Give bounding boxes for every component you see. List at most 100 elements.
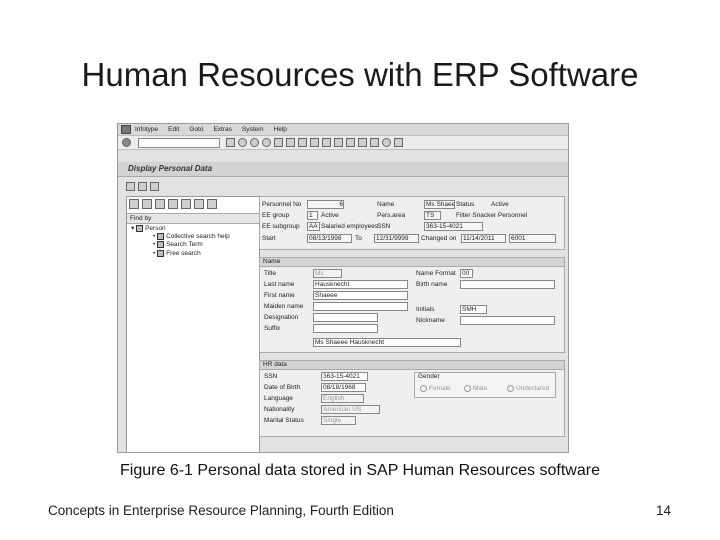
filter-icon[interactable]: [194, 199, 204, 209]
radio-icon: [420, 385, 427, 392]
language-dropdown[interactable]: English: [321, 394, 364, 403]
pers-area-code-field: TS: [424, 211, 441, 220]
last-name-field[interactable]: Hausknecht: [313, 280, 408, 289]
gender-undeclared-radio[interactable]: Undeclared: [507, 385, 549, 392]
maiden-name-field[interactable]: [313, 302, 408, 311]
arrow-left-icon[interactable]: [129, 199, 139, 209]
first-name-field[interactable]: Shaeee: [313, 291, 408, 300]
save-icon[interactable]: [226, 138, 235, 147]
layout-icon[interactable]: [394, 138, 403, 147]
ee-group-text: Active: [321, 212, 339, 219]
hr-data-section-title: HR data: [263, 361, 287, 368]
find-next-icon[interactable]: [298, 138, 307, 147]
birth-name-field[interactable]: [460, 280, 555, 289]
object-manager-pane: Find by ▾ Person • Collective search hel…: [126, 196, 260, 452]
header-ssn-field: 363-15-4021: [424, 222, 483, 231]
menu-infotype[interactable]: Infotype: [135, 126, 158, 133]
settings-icon[interactable]: [207, 199, 217, 209]
radio-label: Female: [429, 385, 451, 393]
search-help-icon: [157, 249, 165, 257]
title-dropdown[interactable]: Ms: [313, 269, 342, 278]
cancel-icon[interactable]: [262, 138, 271, 147]
new-session-icon[interactable]: [358, 138, 367, 147]
designation-dropdown[interactable]: [313, 313, 378, 322]
tree-node-search-term[interactable]: • Search Term: [131, 241, 230, 249]
menu-system[interactable]: System: [242, 126, 264, 133]
command-field[interactable]: [138, 137, 220, 148]
ssn-field[interactable]: 363-15-4021: [321, 372, 368, 381]
maiden-name-label: Maiden name: [264, 303, 304, 310]
find-icon[interactable]: [286, 138, 295, 147]
menu-edit[interactable]: Edit: [168, 126, 179, 133]
menu-help[interactable]: Help: [274, 126, 287, 133]
search-tree: ▾ Person • Collective search help • Sear…: [131, 225, 230, 258]
search-help-icon: [157, 241, 165, 249]
full-name-field: Ms Shaeee Hausknecht: [313, 338, 461, 347]
language-label: Language: [264, 395, 293, 402]
nationality-dropdown[interactable]: American US: [321, 405, 380, 414]
save-record-icon[interactable]: [138, 182, 147, 191]
menu-extras[interactable]: Extras: [213, 126, 231, 133]
first-page-icon[interactable]: [310, 138, 319, 147]
status-value: Active: [491, 201, 509, 208]
shortcut-icon[interactable]: [370, 138, 379, 147]
next-page-icon[interactable]: [334, 138, 343, 147]
enter-icon[interactable]: [122, 138, 131, 147]
menu-goto[interactable]: Goto: [189, 126, 203, 133]
tree-node-label: Search Term: [166, 241, 203, 249]
gender-male-radio[interactable]: Male: [464, 385, 487, 392]
marital-status-label: Marital Status: [264, 417, 304, 424]
help-icon[interactable]: [382, 138, 391, 147]
tree-node-collective-search[interactable]: • Collective search help: [131, 233, 230, 241]
nav-toolbar: [129, 199, 220, 209]
radio-label: Undeclared: [516, 385, 550, 393]
changed-on-field: 11/14/2011: [461, 234, 506, 243]
sap-standard-toolbar: [118, 136, 568, 150]
name-format-field[interactable]: 00: [460, 269, 473, 278]
print-icon[interactable]: [274, 138, 283, 147]
overview-icon[interactable]: [150, 182, 159, 191]
tree-collapse-icon[interactable]: [155, 199, 165, 209]
last-page-icon[interactable]: [346, 138, 355, 147]
display-icon[interactable]: [126, 182, 135, 191]
gender-female-radio[interactable]: Female: [420, 385, 451, 392]
tree-node-label: Collective search help: [166, 233, 230, 241]
last-name-label: Last name: [264, 281, 295, 288]
previous-page-icon[interactable]: [322, 138, 331, 147]
exit-icon[interactable]: [250, 138, 259, 147]
back-icon[interactable]: [238, 138, 247, 147]
application-toolbar: [126, 182, 162, 191]
initials-label: Initials: [416, 306, 435, 313]
dob-field[interactable]: 08/18/1968: [321, 383, 366, 392]
screen-title: Display Personal Data: [128, 164, 213, 173]
system-menu-icon[interactable]: [121, 125, 131, 134]
arrow-right-icon[interactable]: [142, 199, 152, 209]
dob-label: Date of Birth: [264, 384, 301, 391]
radio-label: Male: [473, 385, 488, 393]
header-ssn-label: SSN: [377, 223, 391, 230]
title-label: Title: [264, 270, 277, 277]
designation-label: Designation: [264, 314, 299, 321]
radio-icon: [464, 385, 471, 392]
nationality-label: Nationality: [264, 406, 295, 413]
pers-area-text: Filter Snacker Personnel: [456, 212, 528, 219]
initials-field[interactable]: SMH: [460, 305, 487, 314]
tree-node-free-search[interactable]: • Free search: [131, 249, 230, 258]
tree-node-person[interactable]: ▾ Person: [131, 225, 230, 233]
suffix-dropdown[interactable]: [313, 324, 378, 333]
tree-expand-icon[interactable]: [168, 199, 178, 209]
first-name-label: First name: [264, 292, 295, 299]
ee-subgroup-label: EE subgroup: [262, 223, 300, 230]
name-field: Ms Shaee: [424, 200, 455, 209]
ssn-label: SSN: [264, 373, 278, 380]
marital-status-dropdown[interactable]: Single: [321, 416, 356, 425]
ee-subgroup-code-field: AA: [307, 222, 320, 231]
status-label: Status: [456, 201, 475, 208]
gender-label: Gender: [418, 373, 440, 380]
page-number: 14: [655, 503, 671, 518]
start-label: Start: [262, 235, 276, 242]
personnel-no-label: Personnel No: [262, 201, 302, 208]
search-help-icon: [157, 233, 165, 241]
tree-select-icon[interactable]: [181, 199, 191, 209]
nickname-field[interactable]: [460, 316, 555, 325]
